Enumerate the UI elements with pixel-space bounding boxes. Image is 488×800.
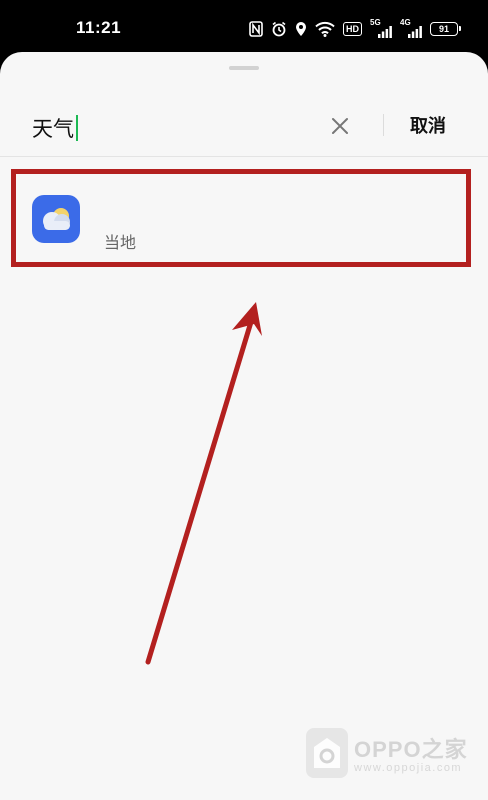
wifi-icon	[315, 21, 335, 37]
battery-level: 91	[438, 24, 449, 34]
hd-voice-badge: HD	[343, 22, 362, 36]
search-bar: 天气 取消	[0, 92, 488, 156]
status-bar: 11:21 HD 5G 4G 91	[0, 0, 488, 58]
signal-4g-icon: 4G	[400, 18, 422, 38]
watermark: OPPO之家 www.oppojia.com	[306, 728, 468, 778]
nfc-icon	[249, 21, 263, 37]
signal-5g-icon: 5G	[370, 18, 392, 38]
watermark-title: OPPO之家	[354, 737, 468, 762]
header-divider	[0, 156, 488, 157]
search-divider	[383, 114, 384, 136]
status-icons: HD 5G 4G 91	[249, 18, 461, 39]
cancel-button[interactable]: 取消	[410, 112, 446, 138]
watermark-text: OPPO之家 www.oppojia.com	[354, 732, 468, 774]
status-time: 11:21	[76, 18, 122, 37]
watermark-logo-icon	[306, 728, 348, 778]
location-icon	[295, 21, 307, 37]
search-query-text: 天气	[32, 117, 74, 141]
search-sheet: 天气 取消 当地 OPPO之家 www.oppojia.com	[0, 52, 488, 800]
search-input[interactable]: 天气	[32, 113, 78, 143]
weather-app-icon	[32, 195, 80, 243]
text-caret	[76, 115, 78, 141]
alarm-icon	[271, 21, 287, 37]
search-result-weather[interactable]: 当地	[14, 170, 466, 266]
close-icon	[332, 118, 348, 134]
annotation-arrow	[145, 302, 262, 665]
clear-search-button[interactable]	[328, 114, 352, 138]
weather-cloud-sun-icon	[43, 208, 70, 230]
watermark-url: www.oppojia.com	[354, 762, 463, 774]
battery-icon: 91	[430, 22, 461, 36]
sheet-drag-handle[interactable]	[229, 66, 259, 70]
result-subtitle: 当地	[104, 233, 137, 252]
